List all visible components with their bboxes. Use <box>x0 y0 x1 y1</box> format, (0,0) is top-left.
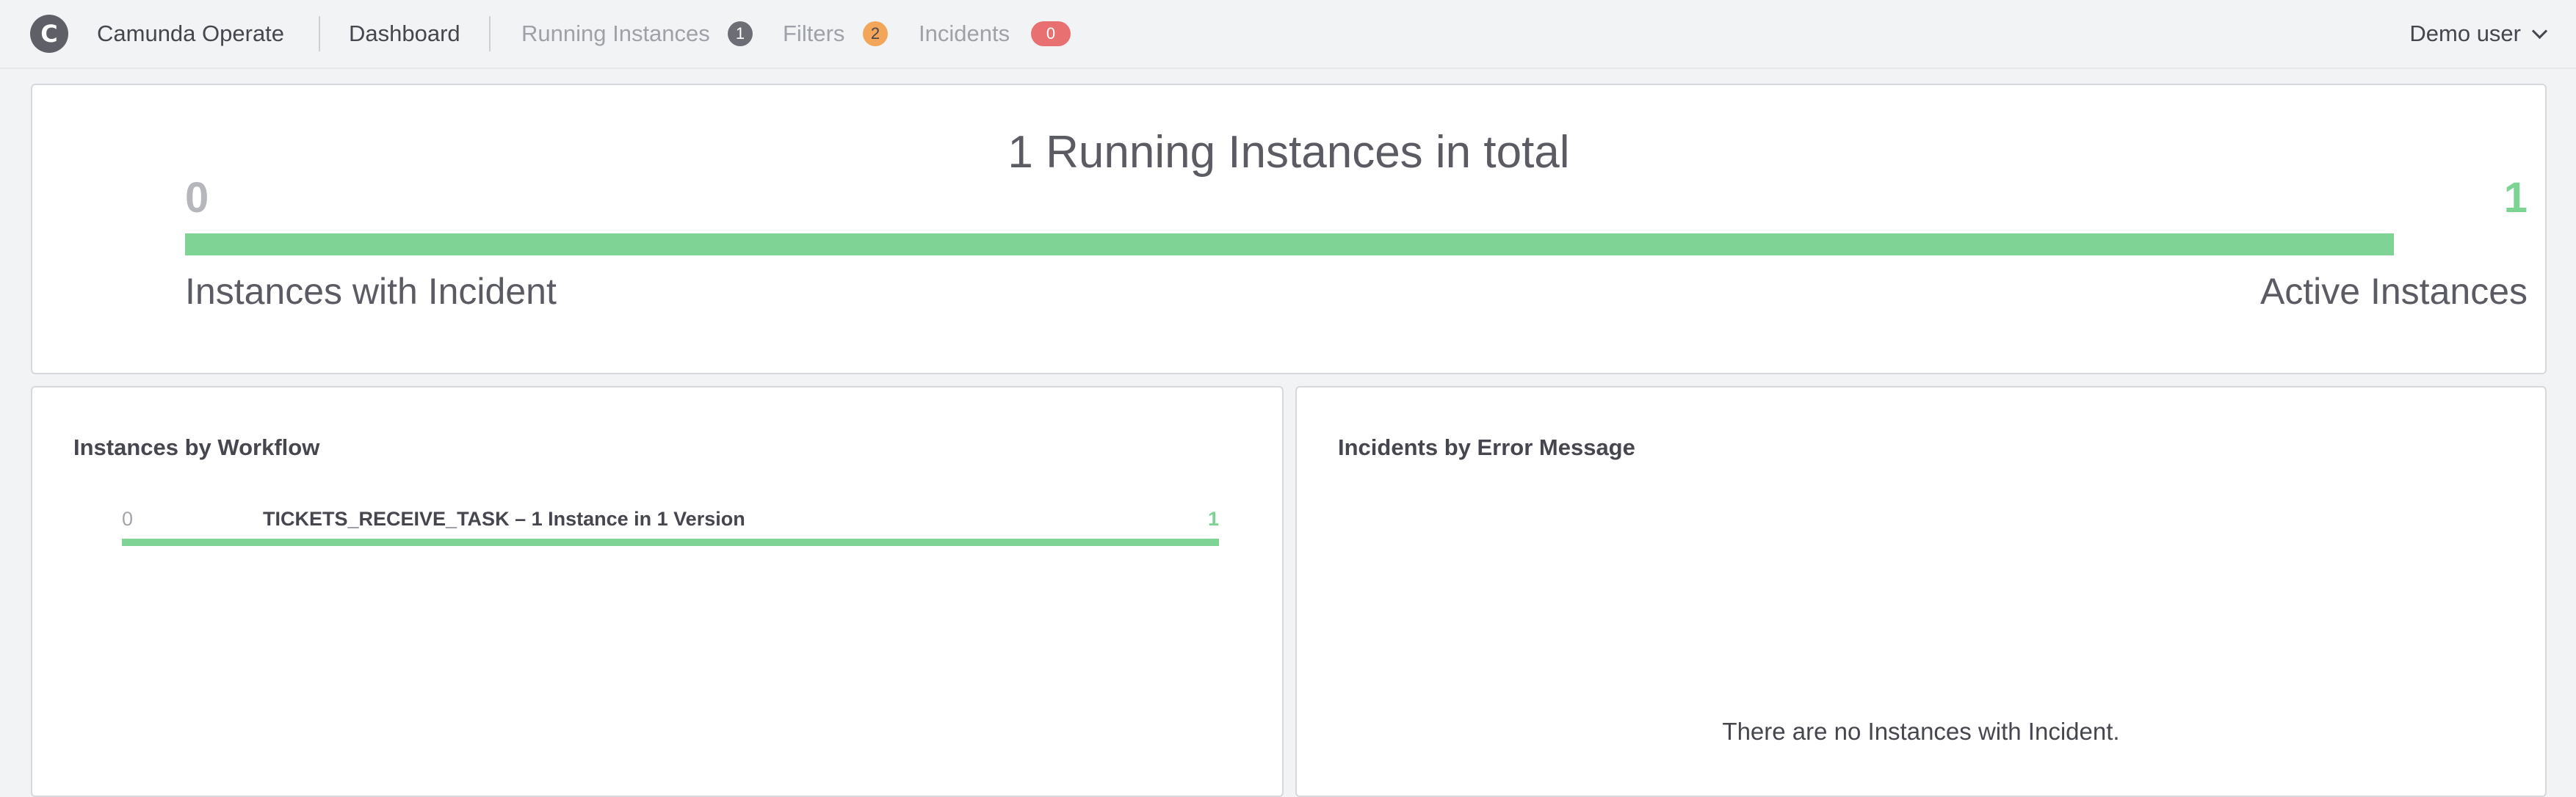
incident-instances-label[interactable]: Instances with Incident <box>185 270 557 313</box>
workflow-name[interactable]: TICKETS_RECEIVE_TASK – 1 Instance in 1 V… <box>263 508 745 531</box>
active-instances-bar-fill <box>185 233 2394 255</box>
active-instances-count[interactable]: 1 <box>2381 173 2528 222</box>
user-menu[interactable]: Demo user <box>2409 21 2548 47</box>
running-instances-metric-panel: 1 Running Instances in total 0 1 Instanc… <box>31 84 2547 374</box>
nav-divider <box>319 16 320 51</box>
nav-divider <box>489 16 491 51</box>
user-name: Demo user <box>2409 21 2521 46</box>
workflow-bar-fill <box>122 539 1219 546</box>
workflow-active-count: 1 <box>1207 508 1219 530</box>
filters-count-badge: 2 <box>863 21 888 46</box>
panel-title: Instances by Workflow <box>73 434 320 460</box>
instances-by-workflow-panel: Instances by Workflow 0 TICKETS_RECEIVE_… <box>31 386 1284 797</box>
workflow-row[interactable]: 0 TICKETS_RECEIVE_TASK – 1 Instance in 1… <box>122 508 1219 559</box>
instances-progress-bar <box>185 233 2394 255</box>
nav-running-instances[interactable]: Running Instances <box>521 21 710 47</box>
nav-dashboard[interactable]: Dashboard <box>349 21 460 47</box>
chevron-down-icon <box>2531 23 2548 40</box>
incidents-count-badge: 0 <box>1031 21 1071 46</box>
metric-title[interactable]: 1 Running Instances in total <box>32 126 2545 178</box>
nav-incidents[interactable]: Incidents <box>919 21 1010 47</box>
camunda-logo-icon[interactable]: C <box>30 15 68 53</box>
active-instances-label[interactable]: Active Instances <box>2260 270 2528 313</box>
workflow-incident-count: 0 <box>122 508 134 530</box>
brand-title[interactable]: Camunda Operate <box>97 21 284 47</box>
workflow-progress-bar <box>122 539 1219 546</box>
incidents-by-error-panel: Incidents by Error Message There are no … <box>1295 386 2547 797</box>
top-nav-bar: C Camunda Operate Dashboard Running Inst… <box>0 0 2576 69</box>
incident-instances-count[interactable]: 0 <box>185 173 209 222</box>
empty-state-message: There are no Instances with Incident. <box>1722 718 2120 745</box>
nav-filters[interactable]: Filters <box>783 21 844 47</box>
panel-title: Incidents by Error Message <box>1338 434 1635 460</box>
running-instances-count-badge: 1 <box>728 21 753 46</box>
